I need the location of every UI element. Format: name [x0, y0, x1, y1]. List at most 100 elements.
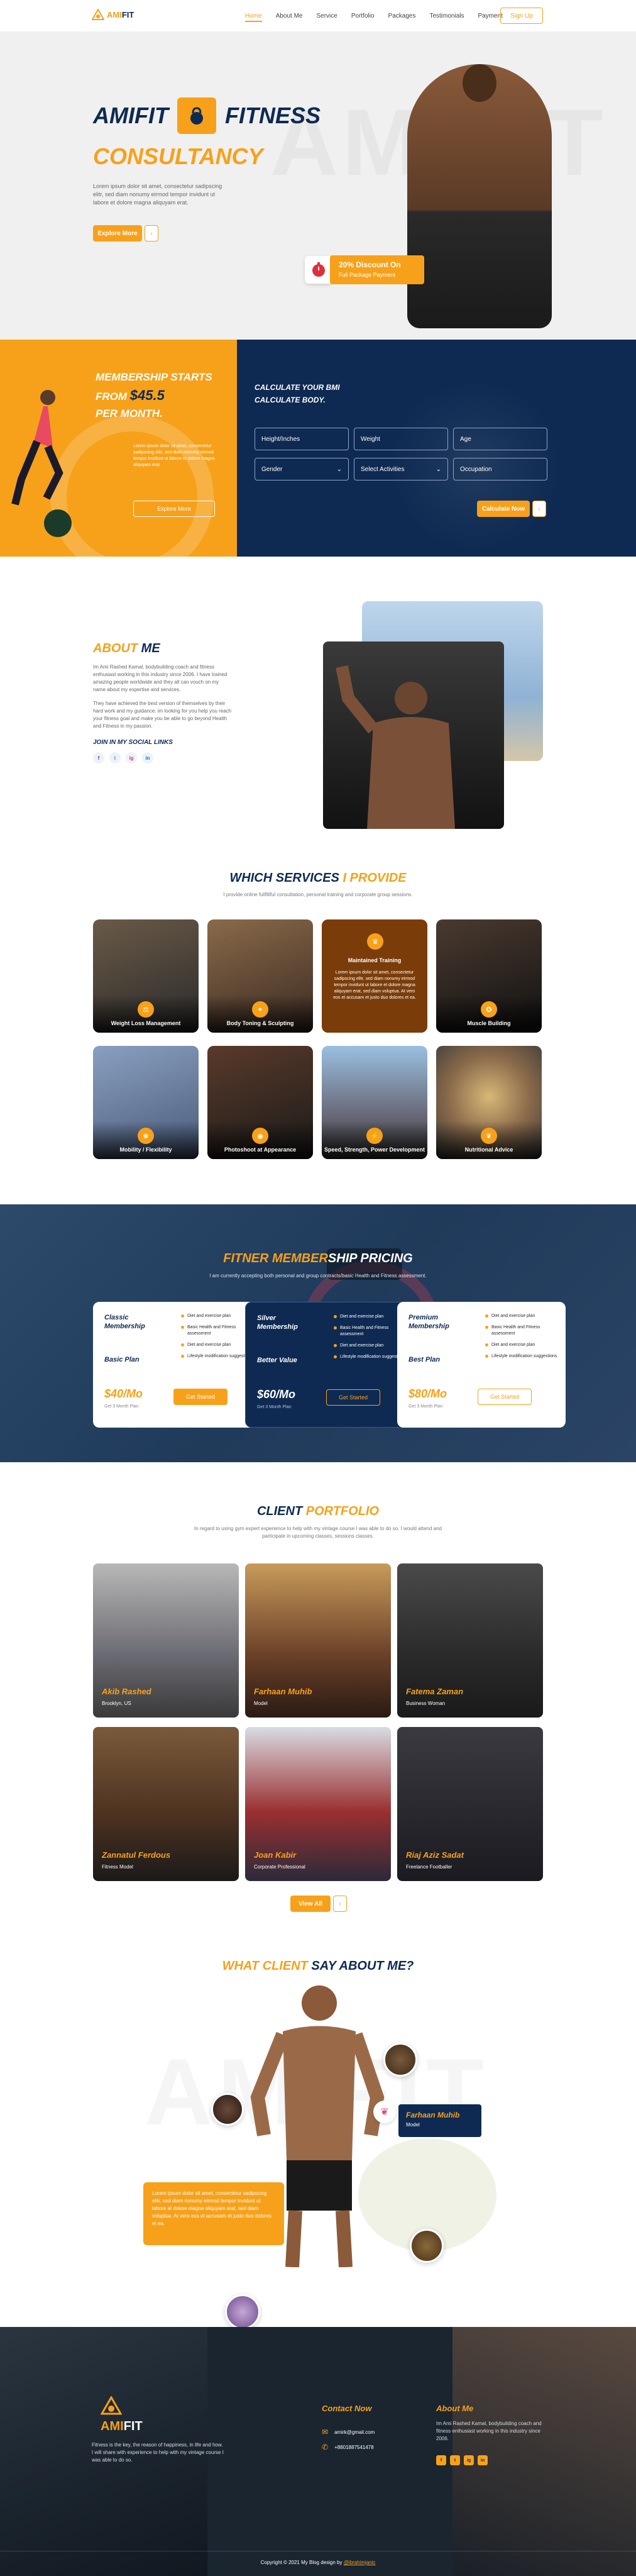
linkedin-icon[interactable]: in — [478, 2455, 488, 2465]
footer-email[interactable]: ✉ amirk@gmail.com — [322, 2428, 375, 2436]
about-title-a: ABOUT — [93, 641, 138, 655]
client-avatar[interactable] — [225, 2294, 260, 2329]
service-card-muscle-building[interactable]: ✪ Muscle Building — [436, 919, 542, 1033]
client-name: Riaj Aziz Sadat — [406, 1850, 464, 1860]
nav-payment[interactable]: Payment — [478, 13, 503, 22]
get-started-button[interactable]: Get Started — [478, 1389, 532, 1405]
membership-line2: FROM — [96, 391, 130, 402]
linkedin-icon[interactable]: in — [142, 752, 153, 763]
activities-select[interactable]: Select Activities ⌄ — [354, 458, 448, 480]
facebook-icon[interactable]: f — [93, 752, 104, 763]
services-title-a: WHICH SERVICES — [229, 871, 343, 885]
footer-email-text: amirk@gmail.com — [334, 2429, 375, 2435]
weight-field[interactable]: Weight — [354, 428, 448, 450]
service-card-photoshoot[interactable]: ◉ Photoshoot at Appearance — [207, 1046, 313, 1159]
nav-testimonials[interactable]: Testimonials — [429, 13, 464, 22]
calculate-button[interactable]: Calculate Now — [477, 501, 530, 517]
pricing-card-premium: Premium Membership Best Plan $80/Mo Get 3… — [397, 1302, 566, 1428]
plan-feature: Diet and exercise plan — [181, 1313, 253, 1319]
membership-explore-button[interactable]: Explore More — [133, 501, 215, 517]
muscle-icon: ✪ — [481, 1001, 497, 1018]
portfolio-card[interactable]: Zannatul Ferdous Fitness Model — [93, 1727, 239, 1881]
instagram-icon[interactable]: ig — [126, 752, 137, 763]
view-all-button[interactable]: View All — [290, 1896, 331, 1912]
service-card-nutrition[interactable]: ❦ Nutritional Advice — [436, 1046, 542, 1159]
twitter-icon[interactable]: t — [109, 752, 121, 763]
service-card-speed-strength[interactable]: ⚡ Speed, Strength, Power Development — [322, 1046, 427, 1159]
about-trainer-image — [323, 641, 504, 829]
service-card-weight-loss[interactable]: ⚖ Weight Loss Management — [93, 919, 199, 1033]
gender-select[interactable]: Gender ⌄ — [255, 458, 349, 480]
footer-contact-title: Contact Now — [322, 2404, 372, 2413]
membership-line1: MEMBERSHIP STARTS — [96, 371, 212, 383]
portfolio-card[interactable]: Akib Rashed Brooklyn, US — [93, 1563, 239, 1718]
nav-packages[interactable]: Packages — [388, 13, 416, 22]
client-role: Business Woman — [406, 1701, 446, 1706]
kettlebell-prop — [44, 509, 72, 537]
designer-link[interactable]: @ibrahimjanic — [344, 2560, 376, 2565]
hero-title-3: CONSULTANCY — [93, 143, 263, 169]
calculate-arrow-button[interactable]: › — [532, 501, 546, 517]
portfolio-title-a: CLIENT — [256, 1504, 306, 1518]
service-card-body-toning[interactable]: ✦ Body Toning & Sculpting — [207, 919, 313, 1033]
age-field[interactable]: Age — [453, 428, 547, 450]
facebook-icon[interactable]: f — [436, 2455, 446, 2465]
services-title-b: I PROVIDE — [343, 871, 407, 885]
get-started-button[interactable]: Get Started — [173, 1389, 228, 1405]
nav-about[interactable]: About Me — [276, 13, 303, 22]
occupation-field[interactable]: Occupation — [453, 458, 547, 480]
logo[interactable]: AMI FIT — [92, 9, 134, 20]
nav-home[interactable]: Home — [245, 13, 262, 22]
nav-portfolio[interactable]: Portfolio — [351, 13, 375, 22]
view-all-arrow-button[interactable]: › — [333, 1896, 347, 1912]
portfolio-header: CLIENT PORTFOLIO In regard to using gym … — [0, 1504, 636, 1540]
footer-about-title: About Me — [436, 2404, 474, 2413]
plan-features: Diet and exercise plan Basic Health and … — [181, 1313, 253, 1365]
footer-brand-a: AMI — [101, 2419, 124, 2433]
client-name: Fatema Zaman — [406, 1687, 464, 1696]
instagram-icon[interactable]: ig — [464, 2455, 474, 2465]
testimonial-quote: Lorem ipsum dolor sit amet, consectetur … — [143, 2182, 284, 2245]
service-label: Speed, Strength, Power Development — [324, 1146, 425, 1153]
camera-icon: ◉ — [252, 1128, 268, 1144]
client-avatar[interactable] — [383, 2043, 417, 2077]
footer-phone-text: +8801887541478 — [334, 2444, 374, 2450]
client-role: Freelance Footballer — [406, 1864, 452, 1870]
portfolio-card[interactable]: Riaj Aziz Sadat Freelance Footballer — [397, 1727, 543, 1881]
client-name: Akib Rashed — [102, 1687, 151, 1696]
nav-service[interactable]: Service — [317, 13, 337, 22]
footer-logo[interactable]: AMIFIT — [100, 2395, 143, 2434]
trophy-icon: ♛ — [367, 933, 383, 950]
testimonial-role: Model — [406, 2122, 420, 2128]
hero-description: Lorem ipsum dolor sit amet, consectetur … — [93, 183, 222, 206]
heart-icon: ❦ — [373, 2101, 396, 2123]
portfolio-card[interactable]: Farhaan Muhib Model — [245, 1563, 391, 1718]
client-avatar[interactable] — [211, 2093, 244, 2126]
footer-phone[interactable]: ✆ +8801887541478 — [322, 2443, 374, 2451]
about-section: ABOUT ME Im Ami Rashed Kamal, bodybuildi… — [93, 641, 233, 763]
about-title-b: ME — [138, 641, 160, 655]
portfolio-card[interactable]: Fatema Zaman Business Woman — [397, 1563, 543, 1718]
service-label: Body Toning & Sculpting — [226, 1020, 294, 1026]
client-avatar[interactable] — [410, 2229, 444, 2263]
get-started-button[interactable]: Get Started — [326, 1389, 380, 1406]
main-nav: Home About Me Service Portfolio Packages… — [245, 13, 517, 22]
explore-more-button[interactable]: Explore More — [93, 225, 142, 242]
testimonial-name: Farhaan Muhib — [406, 2111, 460, 2119]
bmi-panel: CALCULATE YOUR BMI CALCULATE BODY. Heigh… — [237, 340, 636, 557]
height-field[interactable]: Height/Inches — [255, 428, 349, 450]
portfolio-card[interactable]: Joan Kabir Corporate Professional — [245, 1727, 391, 1881]
signup-button[interactable]: Sign Up — [500, 8, 543, 24]
service-card-maintained-training[interactable]: ♛ Maintained Training Lorem ipsum dolor … — [322, 919, 427, 1033]
bmi-heading: CALCULATE YOUR BMI CALCULATE BODY. — [255, 381, 340, 406]
services-subtitle: I provide online fullfillful consultatio… — [223, 892, 413, 897]
logo-text-b: FIT — [121, 9, 134, 19]
plan-period: Get 3 Month Plan — [104, 1404, 139, 1409]
service-card-mobility[interactable]: ❀ Mobility / Flexibility — [93, 1046, 199, 1159]
client-role: Fitness Model — [102, 1864, 133, 1870]
plan-feature: Lifestyle modification suggestions — [181, 1353, 253, 1360]
twitter-icon[interactable]: t — [450, 2455, 460, 2465]
explore-arrow-button[interactable]: › — [145, 225, 158, 242]
site-header: AMI FIT Home About Me Service Portfolio P… — [0, 0, 636, 31]
services-header: WHICH SERVICES I PROVIDE I provide onlin… — [0, 871, 636, 897]
